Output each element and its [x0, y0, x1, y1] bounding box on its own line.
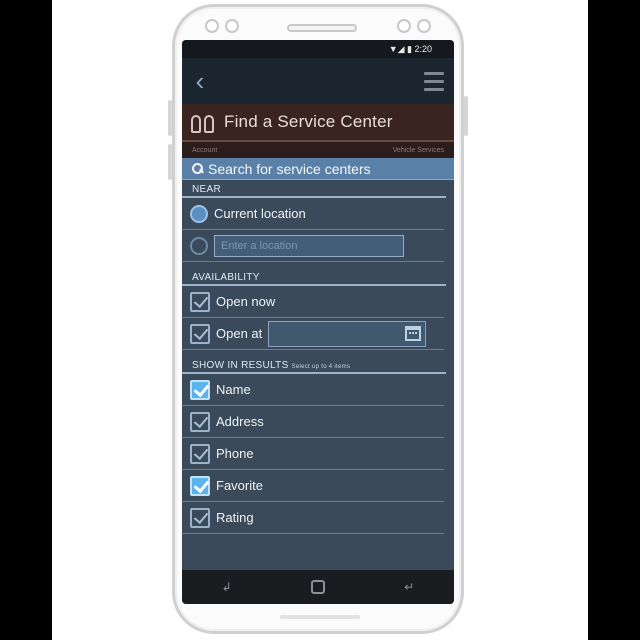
result-option-label: Address [216, 414, 264, 429]
checkbox-open-at[interactable] [190, 323, 210, 344]
section-availability: AVAILABILITY [182, 268, 446, 286]
result-option-label: Name [216, 382, 251, 397]
open-now-label: Open now [216, 294, 276, 309]
current-location-label: Current location [214, 206, 306, 221]
result-option-label: Phone [216, 446, 254, 461]
home-icon[interactable] [310, 580, 325, 594]
checkbox-open-now[interactable] [190, 291, 210, 312]
radio-row-enter-location[interactable]: Enter a location [182, 230, 444, 262]
radio-row-current-location[interactable]: Current location [182, 198, 444, 230]
subheader-left[interactable]: Account [192, 147, 217, 154]
result-option-row[interactable]: Favorite [182, 470, 444, 502]
checkbox-address[interactable] [190, 411, 210, 432]
phone-screen: ▼◢ ▮ 2:20 ‹ Find a Service Center Accoun… [182, 40, 454, 604]
search-label: Search for service centers [208, 160, 371, 177]
checkbox-name[interactable] [190, 379, 210, 400]
result-option-label: Rating [216, 510, 254, 525]
open-at-label: Open at [216, 326, 263, 341]
search-form: NEAR Current location Enter a location A… [182, 180, 454, 570]
sensor-icon [225, 19, 239, 33]
result-option-row[interactable]: Rating [182, 502, 444, 534]
result-option-row[interactable]: Name [182, 374, 444, 406]
sensor-icon [205, 19, 219, 33]
calendar-icon[interactable] [405, 325, 422, 341]
status-icons: ▼◢ ▮ 2:20 [388, 43, 432, 54]
system-nav-bar: ↲ ↵ [182, 570, 454, 604]
checkbox-row-open-at[interactable]: Open at [182, 318, 444, 350]
volume-button [168, 100, 172, 136]
subheader-right[interactable]: Vehicle Services [393, 147, 444, 154]
radio-current-location[interactable] [190, 204, 208, 223]
radio-enter-location[interactable] [190, 236, 208, 255]
title-bar: Find a Service Center [182, 104, 454, 142]
show-in-results-label: SHOW IN RESULTS [192, 360, 289, 371]
results-hint: Select up to 4 items [291, 364, 351, 370]
result-option-row[interactable]: Phone [182, 438, 444, 470]
sub-header: Account Vehicle Services [182, 142, 454, 158]
section-near: NEAR [182, 180, 446, 198]
search-header[interactable]: Search for service centers [182, 158, 454, 180]
back-nav-icon[interactable]: ↵ [404, 580, 414, 594]
recents-icon[interactable]: ↲ [222, 580, 232, 594]
volume-button [168, 144, 172, 180]
section-show-in-results: SHOW IN RESULTS Select up to 4 items [182, 356, 446, 374]
location-input[interactable]: Enter a location [214, 234, 404, 257]
app-bar: ‹ [182, 58, 454, 104]
checkbox-rating[interactable] [190, 507, 210, 528]
search-icon [192, 163, 203, 174]
sensor-icon [417, 19, 431, 33]
back-arrow-icon[interactable]: ‹ [188, 68, 212, 94]
result-option-row[interactable]: Address [182, 406, 444, 438]
checkbox-phone[interactable] [190, 443, 210, 464]
checkbox-row-open-now[interactable]: Open now [182, 286, 444, 318]
checkbox-favorite[interactable] [190, 475, 210, 496]
status-bar: ▼◢ ▮ 2:20 [182, 40, 454, 58]
service-center-icon [190, 109, 218, 135]
location-placeholder: Enter a location [221, 239, 298, 252]
page-title: Find a Service Center [224, 112, 393, 131]
menu-icon[interactable] [424, 69, 444, 93]
earpiece-speaker [287, 24, 357, 32]
power-button [464, 96, 468, 136]
front-camera-icon [397, 19, 411, 33]
open-at-time-input[interactable] [268, 320, 427, 347]
result-option-label: Favorite [216, 478, 263, 493]
bottom-bezel [280, 615, 360, 619]
